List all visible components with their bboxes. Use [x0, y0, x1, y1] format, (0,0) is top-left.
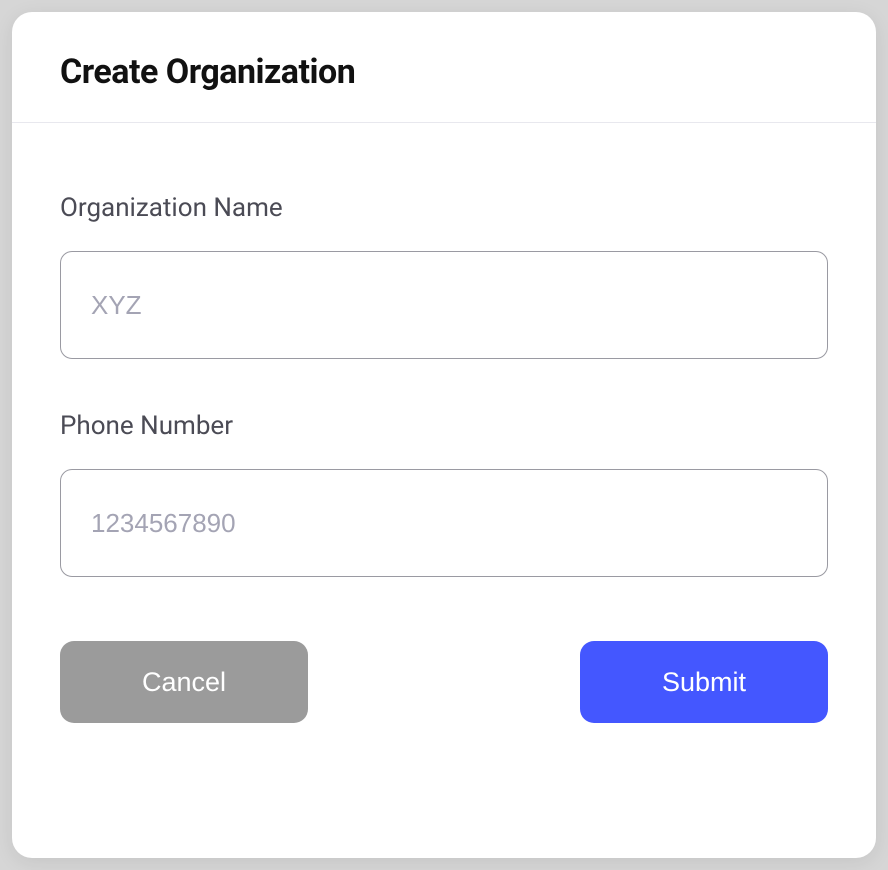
- org-name-input[interactable]: [60, 251, 828, 359]
- create-organization-modal: Create Organization Organization Name Ph…: [12, 12, 876, 858]
- cancel-button[interactable]: Cancel: [60, 641, 308, 723]
- modal-header: Create Organization: [12, 12, 876, 123]
- submit-button[interactable]: Submit: [580, 641, 828, 723]
- form-group-phone: Phone Number: [60, 411, 828, 577]
- org-name-label: Organization Name: [60, 193, 828, 223]
- form-group-org-name: Organization Name: [60, 193, 828, 359]
- phone-label: Phone Number: [60, 411, 828, 441]
- button-row: Cancel Submit: [60, 641, 828, 723]
- modal-body: Organization Name Phone Number Cancel Su…: [12, 123, 876, 771]
- modal-title: Create Organization: [60, 52, 828, 92]
- phone-input[interactable]: [60, 469, 828, 577]
